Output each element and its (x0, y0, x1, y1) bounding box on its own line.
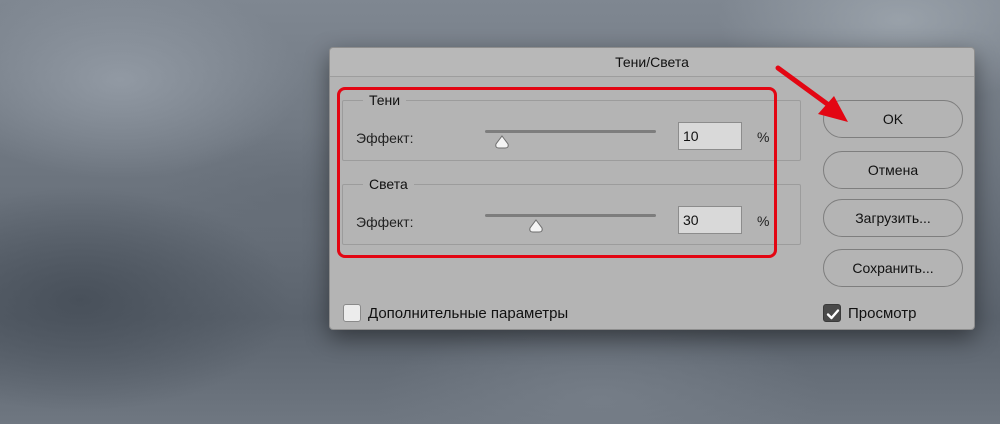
shadows-effect-label: Эффект: (356, 130, 414, 146)
highlights-slider-track[interactable] (485, 214, 656, 217)
shadows-group-label: Тени (363, 91, 407, 109)
preview-checkbox[interactable] (823, 304, 841, 322)
save-button[interactable]: Сохранить... (823, 249, 963, 287)
shadows-group: Тени Эффект: 10 % (342, 91, 801, 161)
highlights-group: Света Эффект: 30 % (342, 175, 801, 245)
checkmark-icon (826, 309, 840, 320)
highlights-effect-input[interactable]: 30 (678, 206, 742, 234)
shadows-effect-input[interactable]: 10 (678, 122, 742, 150)
cancel-button[interactable]: Отмена (823, 151, 963, 189)
advanced-options-label[interactable]: Дополнительные параметры (368, 305, 568, 322)
highlights-slider-thumb[interactable] (528, 219, 544, 233)
shadows-unit: % (757, 129, 770, 145)
ok-button[interactable]: OK (823, 100, 963, 138)
highlights-group-label: Света (363, 175, 414, 193)
load-button[interactable]: Загрузить... (823, 199, 963, 237)
dialog-title: Тени/Света (330, 48, 974, 77)
highlights-unit: % (757, 213, 770, 229)
preview-label[interactable]: Просмотр (848, 305, 917, 322)
advanced-options-checkbox[interactable] (343, 304, 361, 322)
shadows-highlights-dialog: Тени/Света Тени Эффект: 10 % Света Эффек… (329, 47, 975, 330)
shadows-slider-thumb[interactable] (494, 135, 510, 149)
shadows-slider-track[interactable] (485, 130, 656, 133)
highlights-effect-label: Эффект: (356, 214, 414, 230)
